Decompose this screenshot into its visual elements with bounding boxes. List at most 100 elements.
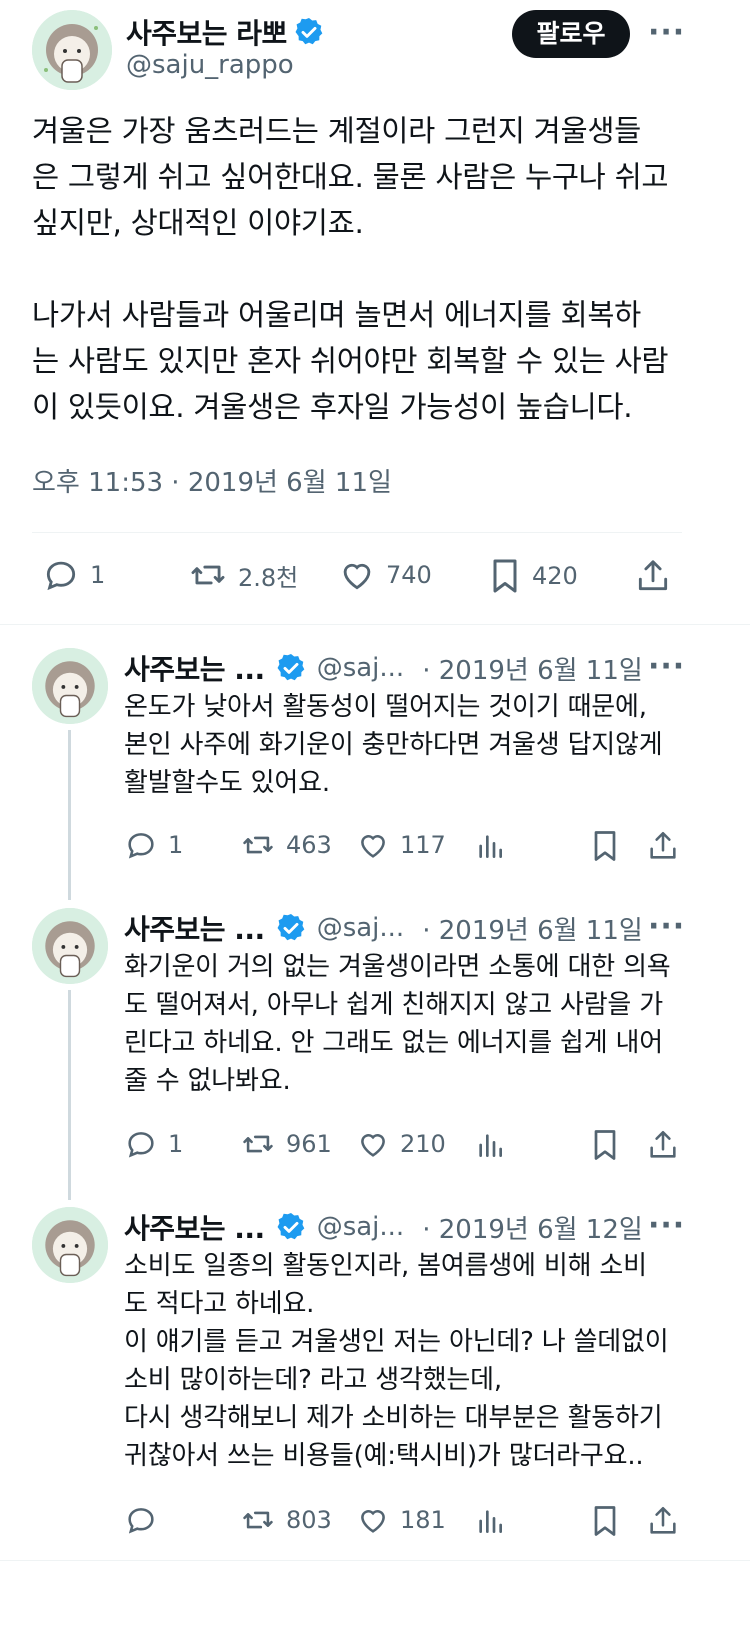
- retweet-button[interactable]: 463: [240, 828, 332, 862]
- bookmark-button[interactable]: 420: [488, 556, 578, 596]
- avatar-image: [32, 1207, 108, 1283]
- like-button[interactable]: 117: [356, 828, 446, 862]
- retweet-count: 2.8천: [238, 563, 299, 592]
- like-count: 740: [386, 561, 432, 589]
- retweet-button[interactable]: 803: [240, 1503, 332, 1537]
- like-count: 210: [400, 1130, 446, 1158]
- share-icon: [650, 1130, 676, 1158]
- bookmark-button[interactable]: [590, 828, 620, 864]
- reply-date[interactable]: · 2019년 6월 12일: [422, 1209, 643, 1246]
- thread-line: [68, 990, 71, 1200]
- share-icon: [638, 560, 668, 591]
- reply-date[interactable]: · 2019년 6월 11일: [422, 910, 643, 947]
- reply-button[interactable]: 1: [42, 556, 105, 594]
- reply-icon: [128, 833, 154, 859]
- reply-text: 화기운이 거의 없는 겨울생이라면 소통에 대한 의욕 도 떨어져서, 아무나 …: [124, 952, 671, 1096]
- reply-author-name[interactable]: 사주보는 ...: [124, 908, 265, 948]
- views-icon: [479, 835, 502, 858]
- divider: [32, 532, 682, 533]
- bookmark-icon: [493, 559, 517, 593]
- reply-count: 1: [168, 1130, 184, 1158]
- reply-icon: [128, 1508, 154, 1534]
- thread-line: [68, 730, 71, 900]
- verified-badge-icon: [295, 18, 323, 45]
- retweet-count: 961: [286, 1130, 332, 1158]
- bookmark-icon: [594, 1506, 616, 1536]
- retweet-icon: [243, 1511, 273, 1529]
- bookmark-button[interactable]: [590, 1127, 620, 1163]
- like-icon: [361, 835, 385, 858]
- retweet-count: 463: [286, 831, 332, 859]
- views-button[interactable]: [474, 1129, 506, 1161]
- divider: [0, 1560, 750, 1561]
- more-icon[interactable]: ···: [648, 912, 685, 942]
- avatar[interactable]: [32, 10, 112, 90]
- retweet-icon: [243, 836, 273, 854]
- avatar-image: [32, 908, 108, 984]
- author-name[interactable]: 사주보는 라뽀: [126, 12, 287, 52]
- verified-badge-icon: [277, 914, 305, 941]
- views-button[interactable]: [474, 830, 506, 862]
- retweet-count: 803: [286, 1506, 332, 1534]
- reply-icon: [128, 1132, 154, 1158]
- like-icon: [343, 563, 371, 590]
- like-icon: [361, 1510, 385, 1533]
- reply-text: 소비도 일종의 활동인지라, 봄여름생에 비해 소비 도 적다고 하네요. 이 …: [124, 1251, 669, 1471]
- reply-button[interactable]: 1: [124, 828, 183, 862]
- reply-author-name[interactable]: 사주보는 ...: [124, 648, 265, 688]
- reply-date[interactable]: · 2019년 6월 11일: [422, 650, 643, 687]
- like-button[interactable]: 181: [356, 1503, 446, 1537]
- follow-button[interactable]: 팔로우: [512, 10, 630, 58]
- divider: [0, 624, 750, 625]
- tweet-text: 겨울은 가장 움츠러드는 계절이라 그런지 겨울생들 은 그렇게 쉬고 싶어한대…: [32, 114, 669, 424]
- avatar-image: [32, 10, 112, 90]
- author-name-row[interactable]: 사주보는 라뽀: [126, 12, 325, 52]
- reply-count: 1: [168, 831, 184, 859]
- verified-badge-icon: [277, 1213, 305, 1240]
- reply-avatar[interactable]: [32, 908, 108, 984]
- reply-handle[interactable]: @saj...: [317, 653, 405, 683]
- reply-author-name[interactable]: 사주보는 ...: [124, 1207, 265, 1247]
- bookmark-icon: [594, 831, 616, 861]
- reply-header: 사주보는 ... @saj... · 2019년 6월 11일: [124, 648, 643, 688]
- like-button[interactable]: 210: [356, 1127, 446, 1161]
- retweet-icon: [191, 565, 225, 585]
- author-handle[interactable]: @saju_rappo: [126, 50, 294, 80]
- reply-avatar[interactable]: [32, 648, 108, 724]
- tweet-timestamp[interactable]: 오후 11:53 · 2019년 6월 11일: [32, 462, 392, 499]
- reply-avatar[interactable]: [32, 1207, 108, 1283]
- like-count: 181: [400, 1506, 446, 1534]
- more-icon[interactable]: ···: [648, 1211, 685, 1241]
- like-count: 117: [400, 831, 446, 859]
- reply-button[interactable]: [124, 1503, 168, 1537]
- bookmark-count: 420: [532, 562, 578, 590]
- reply-button[interactable]: 1: [124, 1127, 183, 1161]
- more-icon[interactable]: ···: [648, 18, 685, 48]
- reply-handle[interactable]: @saj...: [317, 913, 405, 943]
- reply-handle[interactable]: @saj...: [317, 1212, 405, 1242]
- share-icon: [650, 1506, 676, 1534]
- reply-text: 온도가 낮아서 활동성이 떨어지는 것이기 때문에, 본인 사주에 화기운이 충…: [124, 692, 663, 798]
- share-button[interactable]: [634, 556, 672, 596]
- reply-icon: [46, 561, 76, 591]
- views-icon: [479, 1134, 502, 1157]
- bookmark-icon: [594, 1130, 616, 1160]
- retweet-icon: [243, 1135, 273, 1153]
- like-icon: [361, 1134, 385, 1157]
- share-icon: [650, 831, 676, 859]
- retweet-button[interactable]: 2.8천: [188, 556, 298, 594]
- retweet-button[interactable]: 961: [240, 1127, 332, 1161]
- reply-count: 1: [90, 561, 106, 589]
- views-icon: [479, 1510, 502, 1533]
- share-button[interactable]: [646, 1127, 680, 1163]
- verified-badge-icon: [277, 654, 305, 681]
- like-button[interactable]: 740: [338, 556, 432, 594]
- avatar-image: [32, 648, 108, 724]
- share-button[interactable]: [646, 1503, 680, 1539]
- reply-header: 사주보는 ... @saj... · 2019년 6월 11일: [124, 908, 643, 948]
- share-button[interactable]: [646, 828, 680, 864]
- reply-header: 사주보는 ... @saj... · 2019년 6월 12일: [124, 1207, 643, 1247]
- bookmark-button[interactable]: [590, 1503, 620, 1539]
- more-icon[interactable]: ···: [648, 652, 685, 682]
- views-button[interactable]: [474, 1505, 506, 1537]
